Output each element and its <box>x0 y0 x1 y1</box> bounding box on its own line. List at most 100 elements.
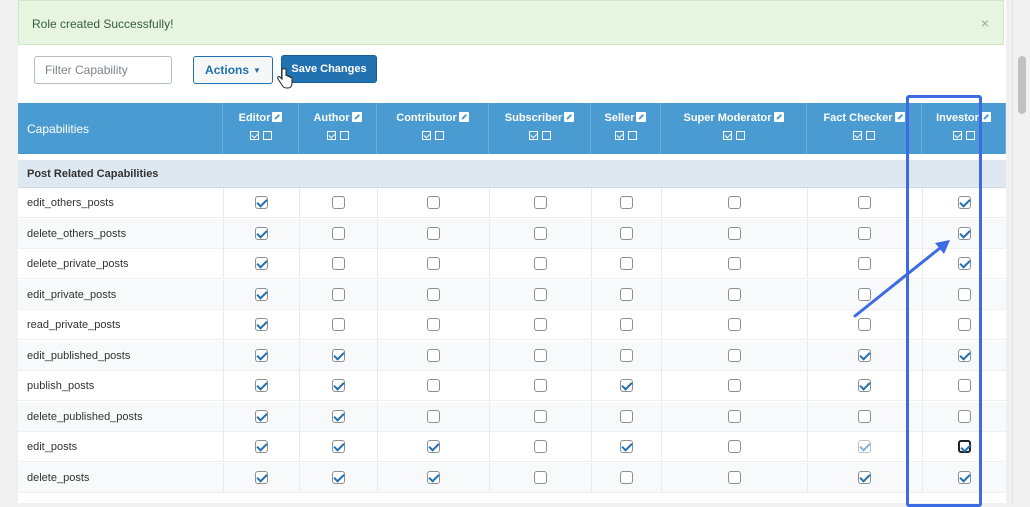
capability-checkbox[interactable] <box>957 440 971 453</box>
capability-checkbox[interactable] <box>254 257 268 270</box>
capability-checkbox[interactable] <box>331 409 345 423</box>
select-all-icon[interactable] <box>614 130 624 140</box>
edit-icon[interactable] <box>458 112 469 122</box>
edit-icon[interactable] <box>636 112 647 122</box>
filter-capability-input[interactable] <box>34 56 172 84</box>
capability-checkbox[interactable] <box>619 287 633 301</box>
capability-checkbox[interactable] <box>331 440 345 453</box>
capability-checkbox[interactable] <box>858 226 871 240</box>
capability-checkbox[interactable] <box>426 379 440 392</box>
capability-checkbox[interactable] <box>858 409 871 423</box>
capability-checkbox[interactable] <box>619 348 633 362</box>
capability-checkbox[interactable] <box>331 470 345 484</box>
edit-icon[interactable] <box>773 112 784 122</box>
select-all-icon[interactable] <box>952 130 962 140</box>
select-all-icon[interactable] <box>853 130 862 140</box>
capability-checkbox[interactable] <box>533 196 547 209</box>
edit-icon[interactable] <box>980 112 991 122</box>
capability-checkbox[interactable] <box>254 348 268 362</box>
capability-checkbox[interactable] <box>619 440 633 453</box>
capability-checkbox[interactable] <box>331 348 345 362</box>
capability-checkbox[interactable] <box>727 226 741 240</box>
actions-dropdown-button[interactable]: Actions ▼ <box>193 56 273 84</box>
capability-checkbox[interactable] <box>727 409 741 423</box>
capability-checkbox[interactable] <box>254 287 268 301</box>
capability-checkbox[interactable] <box>254 409 268 423</box>
capability-checkbox[interactable] <box>426 287 440 301</box>
capability-checkbox[interactable] <box>858 196 871 209</box>
deselect-all-icon[interactable] <box>735 130 745 140</box>
capability-checkbox[interactable] <box>619 379 633 392</box>
capability-checkbox[interactable] <box>727 470 741 484</box>
capability-checkbox[interactable] <box>957 318 971 331</box>
scrollbar[interactable] <box>1012 0 1030 503</box>
edit-icon[interactable] <box>564 112 575 122</box>
capability-checkbox[interactable] <box>331 196 345 209</box>
select-all-icon[interactable] <box>722 130 732 140</box>
capability-checkbox[interactable] <box>254 379 268 392</box>
capability-checkbox[interactable] <box>858 379 871 392</box>
capability-checkbox[interactable] <box>619 257 633 270</box>
select-all-icon[interactable] <box>421 130 431 140</box>
capability-checkbox[interactable] <box>426 196 440 209</box>
capability-checkbox[interactable] <box>331 287 345 301</box>
scrollbar-thumb[interactable] <box>1018 56 1026 114</box>
capability-checkbox[interactable] <box>858 348 871 362</box>
capability-checkbox[interactable] <box>426 318 440 331</box>
capability-checkbox[interactable] <box>957 257 971 270</box>
capability-checkbox[interactable] <box>957 287 971 301</box>
save-changes-button[interactable]: Save Changes <box>281 55 377 83</box>
close-icon[interactable]: × <box>981 15 989 31</box>
capability-checkbox[interactable] <box>331 379 345 392</box>
capability-checkbox[interactable] <box>533 318 547 331</box>
deselect-all-icon[interactable] <box>339 130 349 140</box>
capability-checkbox[interactable] <box>426 440 440 453</box>
capability-checkbox[interactable] <box>727 287 741 301</box>
capability-checkbox[interactable] <box>533 470 547 484</box>
capability-checkbox[interactable] <box>727 318 741 331</box>
capability-checkbox[interactable] <box>533 226 547 240</box>
capability-checkbox[interactable] <box>254 318 268 331</box>
capability-checkbox[interactable] <box>957 470 971 484</box>
capability-checkbox[interactable] <box>619 226 633 240</box>
capability-checkbox[interactable] <box>533 409 547 423</box>
capability-checkbox[interactable] <box>533 440 547 453</box>
capability-checkbox[interactable] <box>533 379 547 392</box>
select-all-icon[interactable] <box>249 130 259 140</box>
deselect-all-icon[interactable] <box>262 130 272 140</box>
deselect-all-icon[interactable] <box>866 130 875 140</box>
capability-checkbox[interactable] <box>254 440 268 453</box>
capability-checkbox[interactable] <box>957 348 971 362</box>
capability-checkbox[interactable] <box>619 318 633 331</box>
capability-checkbox[interactable] <box>619 196 633 209</box>
edit-icon[interactable] <box>894 112 905 122</box>
capability-checkbox[interactable] <box>858 257 871 270</box>
deselect-all-icon[interactable] <box>965 130 975 140</box>
select-all-icon[interactable] <box>326 130 336 140</box>
capability-checkbox[interactable] <box>426 257 440 270</box>
capability-checkbox[interactable] <box>331 226 345 240</box>
capability-checkbox[interactable] <box>254 470 268 484</box>
capability-checkbox[interactable] <box>426 348 440 362</box>
capability-checkbox[interactable] <box>858 318 871 331</box>
capability-checkbox[interactable] <box>331 318 345 331</box>
capability-checkbox[interactable] <box>426 409 440 423</box>
deselect-all-icon[interactable] <box>627 130 637 140</box>
capability-checkbox[interactable] <box>254 226 268 240</box>
capability-checkbox[interactable] <box>727 379 741 392</box>
capability-checkbox[interactable] <box>254 196 268 209</box>
capability-checkbox[interactable] <box>727 257 741 270</box>
capability-checkbox[interactable] <box>858 440 871 453</box>
select-all-icon[interactable] <box>528 130 538 140</box>
deselect-all-icon[interactable] <box>434 130 444 140</box>
capability-checkbox[interactable] <box>957 379 971 392</box>
capability-checkbox[interactable] <box>957 196 971 209</box>
capability-checkbox[interactable] <box>533 287 547 301</box>
capability-checkbox[interactable] <box>727 348 741 362</box>
capability-checkbox[interactable] <box>426 226 440 240</box>
capability-checkbox[interactable] <box>957 409 971 423</box>
capability-checkbox[interactable] <box>426 470 440 484</box>
capability-checkbox[interactable] <box>957 226 971 240</box>
deselect-all-icon[interactable] <box>541 130 551 140</box>
capability-checkbox[interactable] <box>727 196 741 209</box>
